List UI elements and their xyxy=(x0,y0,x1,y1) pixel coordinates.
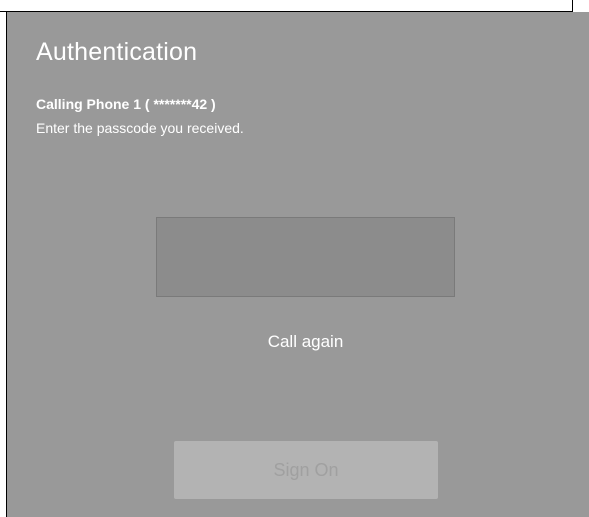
top-border xyxy=(0,0,589,12)
passcode-input[interactable] xyxy=(156,217,455,297)
calling-phone-label: Calling Phone 1 ( *******42 ) xyxy=(36,96,216,112)
authentication-dialog: Authentication Calling Phone 1 ( *******… xyxy=(6,12,589,517)
call-again-link[interactable]: Call again xyxy=(156,332,455,352)
instructions-text: Enter the passcode you received. xyxy=(36,120,244,136)
page: Authentication Calling Phone 1 ( *******… xyxy=(0,0,589,517)
corner-box xyxy=(572,0,589,12)
dialog-title: Authentication xyxy=(36,38,198,66)
sign-on-button[interactable]: Sign On xyxy=(174,441,438,499)
